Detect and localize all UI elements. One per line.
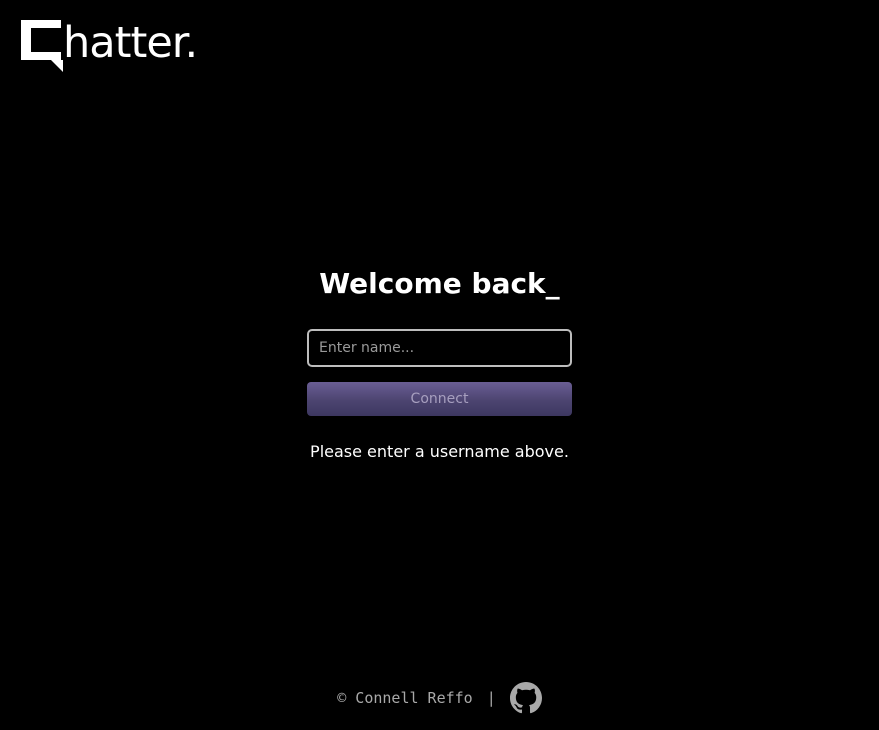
footer-separator: | xyxy=(486,689,496,707)
connect-button[interactable]: Connect xyxy=(307,382,572,416)
logo-text: hatter. xyxy=(63,18,198,68)
copyright-text: © Connell Reffo xyxy=(337,689,473,707)
app-logo: hatter. xyxy=(19,18,209,74)
status-message: Please enter a username above. xyxy=(310,442,569,461)
github-icon[interactable] xyxy=(509,682,542,714)
login-panel: Welcome back_ Connect Please enter a use… xyxy=(0,264,879,461)
footer: © Connell Reffo | xyxy=(0,682,879,714)
welcome-heading: Welcome back_ xyxy=(319,267,560,300)
name-input[interactable] xyxy=(307,329,572,367)
chat-bubble-c-icon xyxy=(21,20,63,72)
